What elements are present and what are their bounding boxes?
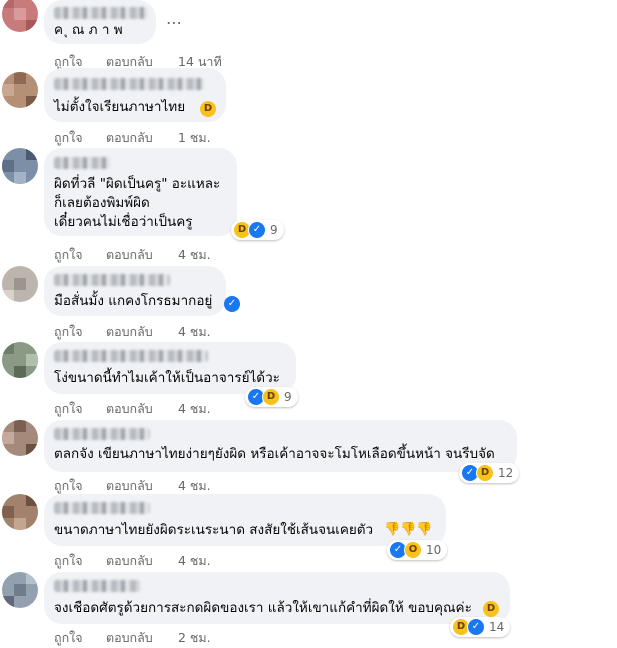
author-name[interactable] [54,580,140,592]
timestamp[interactable]: 4 ชม. [178,551,211,571]
avatar[interactable] [2,266,38,302]
like-button[interactable]: ถูกใจ [54,476,83,496]
author-name[interactable] [54,78,204,90]
like-icon: ✓ [248,221,266,239]
author-name[interactable] [54,274,170,286]
comment-bubble: ขนาดภาษาไทยยังผิดระเนระนาด สงสัยใช้เส้นจ… [44,494,446,546]
reply-button[interactable]: ตอบกลับ [106,628,153,648]
comment-text: ตลกจัง เขียนภาษาไทยง่ายๆยังผิด หรือเค้าอ… [54,446,495,462]
like-button[interactable]: ถูกใจ [54,322,83,342]
avatar[interactable] [2,342,38,378]
like-button[interactable]: ถูกใจ [54,128,83,148]
reply-button[interactable]: ตอบกลับ [106,322,153,342]
timestamp[interactable]: 4 ชม. [178,399,211,419]
author-name[interactable] [54,7,148,19]
comment-text: ผิดที่วลี "ผิดเป็นครู" อะแหละ ก็เลยต้องพ… [54,176,221,230]
reaction-count: 14 [489,620,505,634]
comment-bubble: ไม่ตั้งใจเรียนภาษาไทย [44,68,226,122]
like-button[interactable]: ถูกใจ [54,245,83,265]
avatar[interactable] [2,72,38,108]
reaction-count: 12 [498,466,514,480]
comment-text: โง่ขนาดนี้ทำไมเค้าให้เป็นอาจารย์ได้วะ [54,370,280,386]
reaction-count: 9 [284,390,292,404]
reply-button[interactable]: ตอบกลับ [106,476,153,496]
reply-button[interactable]: ตอบกลับ [106,128,153,148]
thumbs-down-emoji: 👎👎👎 [384,522,433,537]
avatar[interactable] [2,148,38,184]
comment-bubble: มือสั่นมั้ง แกคงโกรธมากอยู่ [44,266,226,316]
avatar[interactable] [2,420,38,456]
author-name[interactable] [54,350,208,362]
comment-text: จงเชือดศัตรูด้วยการสะกดผิดของเรา แล้วให้… [54,600,472,616]
comment-bubble: ผิดที่วลี "ผิดเป็นครู" อะแหละ ก็เลยต้องพ… [44,148,237,236]
comment-text: ค ุ ณ ภ า พ [54,22,123,38]
avatar[interactable] [2,0,38,32]
reaction-summary[interactable]: ✓ O 10 [387,540,448,560]
avatar[interactable] [2,494,38,530]
like-button[interactable]: ถูกใจ [54,628,83,648]
timestamp[interactable]: 4 ชม. [178,322,211,342]
reply-button[interactable]: ตอบกลับ [106,245,153,265]
comment-text: มือสั่นมั้ง แกคงโกรธมากอยู่ [54,293,213,309]
reaction-count: 10 [426,543,442,557]
reply-button[interactable]: ตอบกลับ [106,399,153,419]
like-icon: ✓ [467,618,485,636]
more-options-icon[interactable]: ⋯ [166,13,183,32]
comment-text: ไม่ตั้งใจเรียนภาษาไทย [54,99,186,115]
comment-text: ขนาดภาษาไทยยังผิดระเนระนาด สงสัยใช้เส้นจ… [54,522,374,538]
like-icon: ✓ [224,296,240,312]
reaction-summary[interactable]: ✓ D 12 [459,463,520,483]
timestamp[interactable]: 2 ชม. [178,628,211,648]
grinning-emoji-icon: D [483,601,499,617]
reaction-count: 9 [270,223,278,237]
like-button[interactable]: ถูกใจ [54,551,83,571]
reply-button[interactable]: ตอบกลับ [106,551,153,571]
avatar[interactable] [2,572,38,608]
like-button[interactable]: ถูกใจ [54,399,83,419]
laughing-emoji-icon: D [200,101,216,117]
reaction-summary[interactable]: D ✓ 9 [231,220,284,240]
timestamp[interactable]: 1 ชม. [178,128,211,148]
reaction-summary[interactable]: ✓ D 9 [245,387,298,407]
comment-bubble: จงเชือดศัตรูด้วยการสะกดผิดของเรา แล้วให้… [44,572,510,624]
reaction-summary[interactable]: D ✓ 14 [450,617,511,637]
comment-bubble: ค ุ ณ ภ า พ [44,0,156,44]
haha-icon: D [262,388,280,406]
timestamp[interactable]: 4 ชม. [178,245,211,265]
timestamp[interactable]: 4 ชม. [178,476,211,496]
wow-icon: O [404,541,422,559]
comment-bubble: ตลกจัง เขียนภาษาไทยง่ายๆยังผิด หรือเค้าอ… [44,420,517,472]
author-name[interactable] [54,157,110,169]
author-name[interactable] [54,502,150,514]
haha-icon: D [476,464,494,482]
author-name[interactable] [54,428,150,440]
